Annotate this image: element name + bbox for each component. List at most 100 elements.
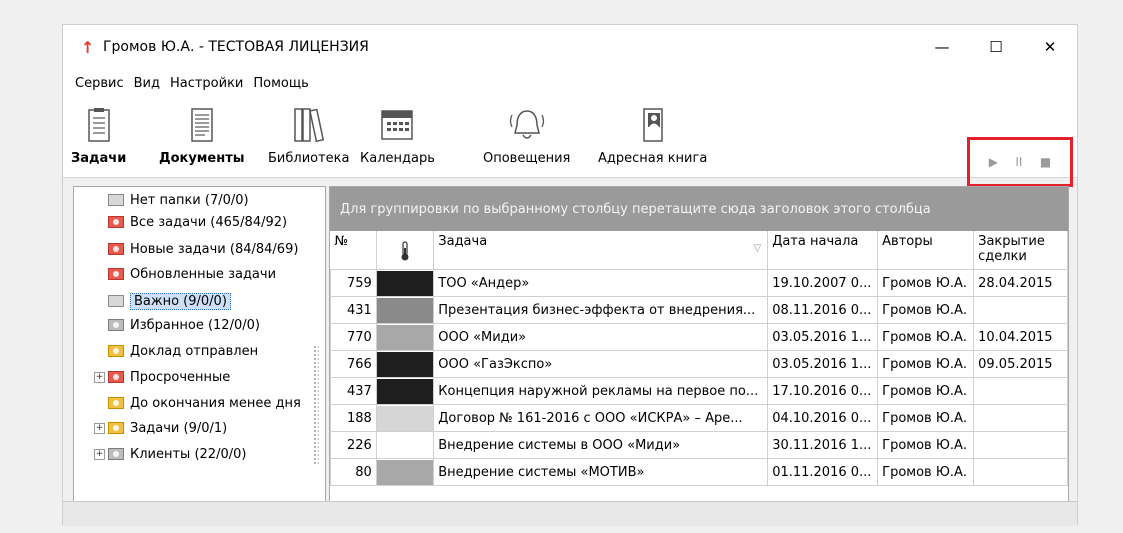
table-row[interactable]: 226 Внедрение системы в ООО «Миди» 30.11.2… xyxy=(330,431,1068,459)
status-swatch xyxy=(377,459,433,485)
toolbar-notifications-label: Оповещения xyxy=(483,151,571,166)
cell-start-date: 30.11.2016 1... xyxy=(767,431,879,459)
expand-icon[interactable]: + xyxy=(94,372,105,383)
cell-deal-close xyxy=(973,377,1068,405)
cell-start-date: 08.11.2016 0... xyxy=(767,296,879,324)
splitter-handle[interactable] xyxy=(313,345,319,465)
cell-task: Внедрение системы «МОТИВ» xyxy=(433,458,769,486)
toolbar-documents-button[interactable]: Документы xyxy=(159,107,245,166)
close-button[interactable]: ✕ xyxy=(1023,25,1077,69)
column-task[interactable]: Задача ▽ xyxy=(433,231,769,270)
tree-item-less-than-day[interactable]: До окончания менее дня xyxy=(108,392,301,414)
cell-status-color xyxy=(375,269,435,297)
table-row[interactable]: 80 Внедрение системы «МОТИВ» 01.11.2016 0.… xyxy=(330,458,1068,486)
cell-number: 188 xyxy=(330,404,377,432)
cell-start-date: 01.11.2016 0... xyxy=(767,458,879,486)
cell-number: 431 xyxy=(330,296,377,324)
tree-item-all-tasks[interactable]: Все задачи (465/84/92) xyxy=(108,211,287,233)
folder-icon xyxy=(108,371,124,383)
folder-icon xyxy=(108,422,124,434)
stop-icon[interactable]: ■ xyxy=(1040,155,1051,169)
cell-author: Громов Ю.А. xyxy=(877,431,975,459)
toolbar-address-book-button[interactable]: Адресная книга xyxy=(598,107,707,166)
folder-icon xyxy=(108,295,124,307)
cell-number: 226 xyxy=(330,431,377,459)
folder-icon xyxy=(108,216,124,228)
column-authors[interactable]: Авторы xyxy=(877,231,975,270)
toolbar-calendar-label: Календарь xyxy=(360,151,435,166)
tree-item-report-sent[interactable]: Доклад отправлен xyxy=(108,340,258,362)
table-row[interactable]: 431 Презентация бизнес-эффекта от внедрен… xyxy=(330,296,1068,324)
cell-task: ТОО «Андер» xyxy=(433,269,769,297)
group-by-panel[interactable]: Для группировки по выбранному столбцу пе… xyxy=(330,187,1068,231)
cell-status-color xyxy=(375,296,435,324)
cell-start-date: 04.10.2016 0... xyxy=(767,404,879,432)
cell-status-color xyxy=(375,431,435,459)
tasks-grid: Для группировки по выбранному столбцу пе… xyxy=(329,186,1069,518)
tree-item-overdue[interactable]: + Просроченные xyxy=(94,366,230,388)
tree-item-updated-tasks[interactable]: Обновленные задачи xyxy=(108,263,276,285)
menu-view[interactable]: Вид xyxy=(134,76,160,91)
toolbar-address-book-label: Адресная книга xyxy=(598,151,708,166)
status-swatch xyxy=(377,297,433,323)
toolbar-library-button[interactable]: Библиотека xyxy=(268,107,350,166)
tasks-icon xyxy=(87,108,110,142)
app-logo-icon: ↑ xyxy=(81,37,95,57)
cell-status-color xyxy=(375,458,435,486)
tree-item-important[interactable]: Важно (9/0/0) xyxy=(108,290,231,312)
cell-author: Громов Ю.А. xyxy=(877,269,975,297)
play-icon[interactable]: ▶ xyxy=(989,155,998,169)
tree-item-favorites[interactable]: Избранное (12/0/0) xyxy=(108,314,260,336)
column-temperature[interactable] xyxy=(376,231,435,270)
tree-item-new-tasks[interactable]: Новые задачи (84/84/69) xyxy=(108,238,298,260)
pause-icon[interactable]: II xyxy=(1015,155,1022,169)
tree-item-no-folder[interactable]: Нет папки (7/0/0) xyxy=(108,189,249,211)
maximize-button[interactable]: ☐ xyxy=(969,25,1023,69)
menu-settings[interactable]: Настройки xyxy=(170,76,243,91)
column-start-date[interactable]: Дата начала xyxy=(767,231,879,270)
cell-status-color xyxy=(375,377,435,405)
toolbar-notifications-button[interactable]: Оповещения xyxy=(483,107,570,166)
cell-number: 759 xyxy=(330,269,377,297)
cell-number: 80 xyxy=(330,458,377,486)
table-row[interactable]: 770 ООО «Миди» 03.05.2016 1... Громов Ю.А. 1… xyxy=(330,323,1068,351)
folder-icon xyxy=(108,448,124,460)
cell-start-date: 19.10.2007 0... xyxy=(767,269,879,297)
status-bar xyxy=(63,501,1077,526)
cell-deal-close xyxy=(973,458,1068,486)
cell-deal-close: 28.04.2015 xyxy=(973,269,1068,297)
cell-task: ООО «ГазЭкспо» xyxy=(433,350,769,378)
table-row[interactable]: 437 Концепция наружной рекламы на первое … xyxy=(330,377,1068,405)
folder-icon xyxy=(108,397,124,409)
menu-help[interactable]: Помощь xyxy=(253,76,308,91)
column-deal-close[interactable]: Закрытие сделки xyxy=(973,231,1068,270)
cell-status-color xyxy=(375,350,435,378)
expand-icon[interactable]: + xyxy=(94,449,105,460)
filter-icon[interactable]: ▽ xyxy=(753,243,761,254)
cell-author: Громов Ю.А. xyxy=(877,377,975,405)
tree-item-tasks[interactable]: + Задачи (9/0/1) xyxy=(94,417,227,439)
cell-author: Громов Ю.А. xyxy=(877,323,975,351)
cell-start-date: 03.05.2016 1... xyxy=(767,350,879,378)
menu-service[interactable]: Сервис xyxy=(75,76,124,91)
table-row[interactable]: 759 ТОО «Андер» 19.10.2007 0... Громов Ю.А.… xyxy=(330,269,1068,297)
folder-icon xyxy=(108,243,124,255)
minimize-button[interactable]: — xyxy=(915,25,969,69)
tree-item-clients[interactable]: + Клиенты (22/0/0) xyxy=(94,443,246,465)
table-row[interactable]: 188 Договор № 161-2016 с ООО «ИСКРА» – Ар… xyxy=(330,404,1068,432)
cell-task: Концепция наружной рекламы на первое по.… xyxy=(433,377,769,405)
table-row[interactable]: 766 ООО «ГазЭкспо» 03.05.2016 1... Громов Ю… xyxy=(330,350,1068,378)
toolbar-library-label: Библиотека xyxy=(268,151,350,166)
cell-status-color xyxy=(375,404,435,432)
folder-tree[interactable]: Нет папки (7/0/0) Все задачи (465/84/92)… xyxy=(73,186,326,518)
toolbar-tasks-button[interactable]: Задачи xyxy=(71,107,126,166)
toolbar: Задачи Документы Библиотека Календарь Оп… xyxy=(63,97,1077,178)
column-number[interactable]: № xyxy=(330,231,377,270)
toolbar-tasks-label: Задачи xyxy=(71,151,127,166)
cell-start-date: 03.05.2016 1... xyxy=(767,323,879,351)
expand-icon[interactable]: + xyxy=(94,423,105,434)
toolbar-calendar-button[interactable]: Календарь xyxy=(360,107,435,166)
title-bar: ↑ Громов Ю.А. - ТЕСТОВАЯ ЛИЦЕНЗИЯ — ☐ ✕ xyxy=(63,25,1077,69)
cell-author: Громов Ю.А. xyxy=(877,350,975,378)
documents-icon xyxy=(191,108,213,142)
